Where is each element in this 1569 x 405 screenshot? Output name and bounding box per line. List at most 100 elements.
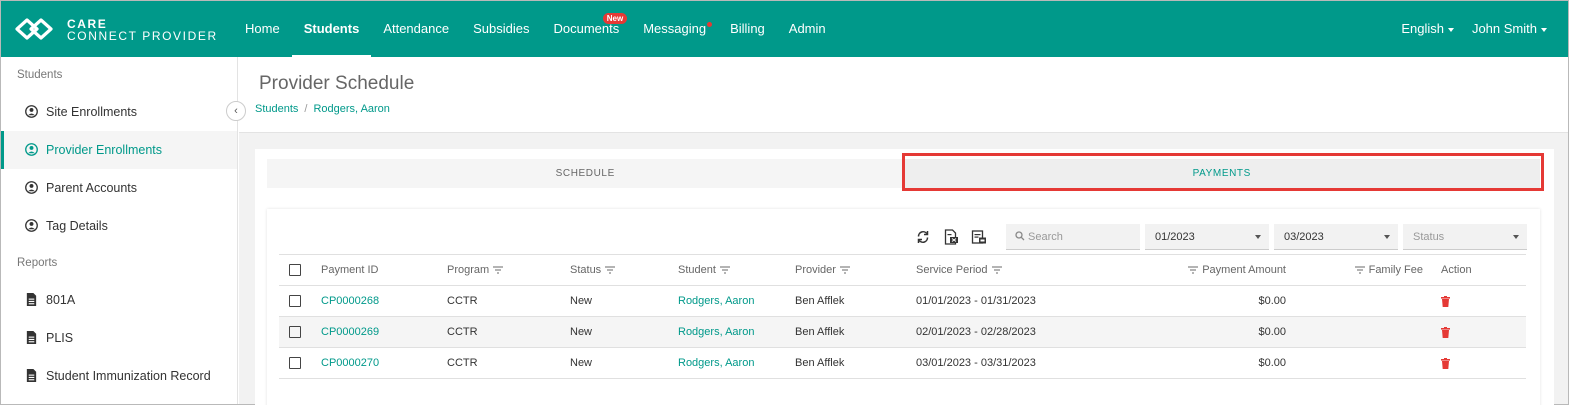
logo-text-line2: CONNECT PROVIDER	[67, 29, 218, 43]
search-input[interactable]	[1028, 228, 1136, 246]
filter-icon[interactable]	[1188, 266, 1199, 274]
payment-id-link[interactable]: CP0000270	[321, 357, 379, 369]
action-cell	[1423, 347, 1526, 379]
payment-amount-cell: $0.00	[1116, 347, 1286, 379]
search-box	[1006, 224, 1140, 250]
header-family-fee[interactable]: Family Fee	[1286, 254, 1423, 286]
tab-payments[interactable]: PAYMENTS	[903, 159, 1540, 188]
user-name: John Smith	[1471, 21, 1537, 36]
sidebar-item-801a[interactable]: 801A	[1, 281, 237, 319]
header-payment-id[interactable]: Payment ID	[321, 254, 447, 286]
user-circle-icon	[25, 219, 38, 232]
nav-messaging[interactable]: Messaging	[631, 1, 718, 57]
header-payment-amount[interactable]: Payment Amount	[1116, 254, 1286, 286]
sidebar-item-parent-accounts[interactable]: Parent Accounts	[1, 169, 237, 207]
filter-icon[interactable]	[991, 266, 1002, 274]
delete-trash-icon[interactable]	[1441, 326, 1450, 338]
nav-admin[interactable]: Admin	[777, 1, 838, 57]
nav-billing[interactable]: Billing	[718, 1, 777, 57]
tab-schedule[interactable]: SCHEDULE	[267, 159, 904, 188]
filter-icon[interactable]	[719, 266, 730, 274]
nav-documents[interactable]: Documents New	[541, 1, 631, 57]
caret-down-icon	[1447, 27, 1454, 32]
student-link[interactable]: Rodgers, Aaron	[678, 295, 754, 307]
service-period-cell: 01/01/2023 - 01/31/2023	[916, 285, 1116, 317]
sidebar-item-site-enrollments[interactable]: Site Enrollments	[1, 93, 237, 131]
export-excel-icon[interactable]	[943, 229, 959, 245]
care-connect-logo[interactable]: CARE CONNECT PROVIDER	[15, 16, 235, 44]
header-status[interactable]: Status	[570, 254, 678, 286]
from-month-select[interactable]: 01/2023	[1145, 224, 1269, 250]
payment-amount-cell: $0.00	[1116, 316, 1286, 348]
nav-attendance[interactable]: Attendance	[371, 1, 461, 57]
table-toolbar	[915, 229, 987, 245]
page-header: Provider Schedule Students / Rodgers, Aaro…	[239, 57, 1568, 133]
sidebar-section-students: Students	[17, 69, 63, 81]
header-student[interactable]: Student	[678, 254, 795, 286]
sidebar-item-tag-details[interactable]: Tag Details	[1, 207, 237, 245]
table-row: CP0000270 CCTR New Rodgers, Aaron Ben Af…	[279, 347, 1526, 379]
nav-home-label: Home	[245, 21, 280, 36]
from-month-value: 01/2023	[1155, 231, 1195, 243]
header-label: Status	[570, 264, 602, 276]
filter-icon[interactable]	[493, 266, 504, 274]
action-cell	[1423, 285, 1526, 317]
student-cell: Rodgers, Aaron	[678, 316, 795, 348]
sidebar-item-student-immunization-record[interactable]: Student Immunization Record	[1, 357, 237, 395]
new-badge: New	[602, 13, 628, 24]
header-label: Provider	[795, 264, 836, 276]
user-menu-dropdown[interactable]: John Smith	[1463, 1, 1556, 57]
row-checkbox[interactable]	[289, 326, 301, 339]
student-link[interactable]: Rodgers, Aaron	[678, 357, 754, 369]
status-cell: New	[570, 316, 678, 348]
user-circle-icon	[25, 181, 38, 194]
user-nav: English John Smith	[1392, 1, 1556, 57]
document-icon	[26, 369, 37, 382]
sidebar-item-label: Site Enrollments	[46, 105, 138, 119]
delete-trash-icon[interactable]	[1441, 295, 1450, 307]
nav-attendance-label: Attendance	[383, 21, 450, 36]
filter-icon[interactable]	[1354, 266, 1365, 274]
delete-trash-icon[interactable]	[1441, 357, 1450, 369]
student-cell: Rodgers, Aaron	[678, 285, 795, 317]
sidebar-section-reports: Reports	[17, 257, 58, 269]
header-service-period[interactable]: Service Period	[916, 254, 1116, 286]
nav-home[interactable]: Home	[233, 1, 292, 57]
row-checkbox[interactable]	[289, 357, 301, 370]
header-provider[interactable]: Provider	[795, 254, 916, 286]
row-checkbox[interactable]	[289, 295, 301, 308]
header-label: Action	[1441, 264, 1472, 276]
student-link[interactable]: Rodgers, Aaron	[678, 326, 754, 338]
nav-students[interactable]: Students	[291, 1, 372, 57]
header-label: Student	[678, 264, 716, 276]
nav-subsidies[interactable]: Subsidies	[461, 1, 541, 57]
export-pdf-icon[interactable]	[971, 229, 987, 245]
to-month-select[interactable]: 03/2023	[1274, 224, 1398, 250]
family-fee-cell	[1286, 347, 1423, 379]
sidebar-item-label: Tag Details	[46, 219, 108, 233]
program-cell: CCTR	[447, 316, 570, 348]
filter-icon[interactable]	[839, 266, 850, 274]
status-select[interactable]: Status	[1403, 224, 1527, 250]
payment-id-cell: CP0000269	[321, 316, 447, 348]
refresh-icon[interactable]	[915, 229, 931, 245]
header-program[interactable]: Program	[447, 254, 570, 286]
status-cell: New	[570, 285, 678, 317]
select-all-checkbox[interactable]	[289, 264, 301, 277]
breadcrumb-students-link[interactable]: Students	[255, 103, 298, 115]
dropdown-arrow-icon	[1513, 235, 1519, 239]
breadcrumb: Students / Rodgers, Aaron	[255, 103, 390, 115]
sidebar-collapse-button[interactable]: ‹	[226, 101, 246, 121]
nav-billing-label: Billing	[730, 21, 765, 36]
payment-id-link[interactable]: CP0000269	[321, 326, 379, 338]
notification-dot	[707, 22, 713, 27]
language-dropdown[interactable]: English	[1392, 1, 1463, 57]
sidebar-item-plis[interactable]: PLIS	[1, 319, 237, 357]
nav-subsidies-label: Subsidies	[473, 21, 530, 36]
main-nav: Home Students Attendance Subsidies Docum…	[233, 1, 838, 57]
filter-icon[interactable]	[605, 266, 616, 274]
caret-down-icon	[1541, 27, 1547, 32]
breadcrumb-student-link[interactable]: Rodgers, Aaron	[313, 103, 389, 115]
payment-id-link[interactable]: CP0000268	[321, 295, 379, 307]
sidebar-item-provider-enrollments[interactable]: Provider Enrollments	[1, 131, 237, 169]
